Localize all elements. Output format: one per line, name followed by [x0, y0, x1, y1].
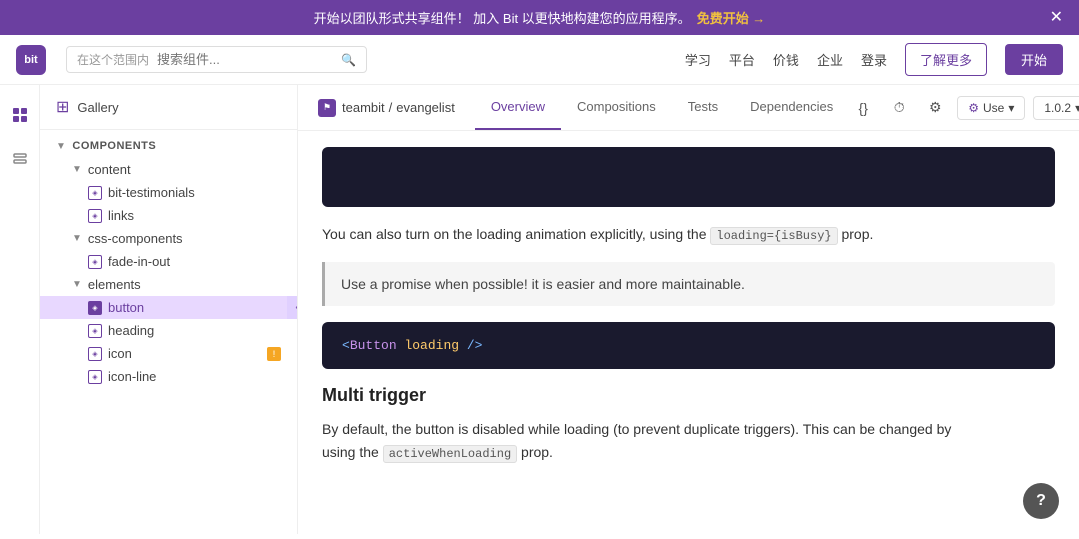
doc-paragraph-multi-trigger: By default, the button is disabled while… [322, 418, 1055, 464]
search-input[interactable] [157, 52, 333, 67]
components-label: COMPONENTS [72, 140, 156, 152]
banner-close-button[interactable]: ✕ [1050, 10, 1063, 26]
component-header: ⚑ teambit / evangelist Overview Composit… [298, 85, 1079, 131]
components-section-label: ▼ COMPONENTS [40, 130, 297, 158]
top-banner: 开始以团队形式共享组件！ 加入 Bit 以更快地构建您的应用程序。 免费开始 →… [0, 0, 1079, 35]
sidebar-gallery-label: Gallery [77, 100, 118, 115]
bit-testimonials-icon: ◈ [88, 186, 102, 200]
banner-text: 开始以团队形式共享组件！ 加入 Bit 以更快地构建您的应用程序。 [314, 8, 691, 27]
code-keyword: < [342, 338, 350, 353]
elements-label: elements [88, 277, 281, 292]
sidebar-item-bit-testimonials[interactable]: ◈ bit-testimonials [40, 181, 297, 204]
code-block-button-loading: <Button loading /> — [322, 322, 1055, 369]
sidebar-item-icon-line[interactable]: ◈ icon-line [40, 365, 297, 388]
start-button[interactable]: 开始 [1005, 44, 1063, 75]
doc-content: You can also turn on the loading animati… [298, 131, 1079, 534]
breadcrumb-repo: evangelist [396, 100, 455, 115]
sidebar-item-elements[interactable]: ▼ elements [40, 273, 297, 296]
tab-dependencies[interactable]: Dependencies [734, 85, 849, 130]
icon-bar-grid[interactable] [6, 101, 34, 129]
settings-icon-button[interactable]: ⚙ [921, 94, 949, 122]
nav-login[interactable]: 登录 [861, 50, 887, 69]
nav-learn[interactable]: 学习 [685, 50, 711, 69]
section-heading-multi-trigger: Multi trigger [322, 385, 1055, 406]
fade-in-out-label: fade-in-out [108, 254, 281, 269]
sidebar-item-links[interactable]: ◈ links [40, 204, 297, 227]
info-box: Use a promise when possible! it is easie… [322, 262, 1055, 306]
nav-links: 学习 平台 价钱 企业 登录 了解更多 开始 [685, 43, 1063, 76]
icon-warning-badge: ! [267, 347, 281, 361]
links-label: links [108, 208, 281, 223]
main-layout: ⊞ Gallery ▼ COMPONENTS ▼ content ◈ bit-t… [0, 85, 1079, 534]
sidebar-item-content[interactable]: ▼ content [40, 158, 297, 181]
info-box-text: Use a promise when possible! it is easie… [341, 276, 745, 292]
code-inline-loading: loading={isBusy} [710, 227, 837, 245]
icon-file-icon: ◈ [88, 347, 102, 361]
banner-cta[interactable]: 免费开始 → [697, 8, 766, 27]
sidebar: ⊞ Gallery ▼ COMPONENTS ▼ content ◈ bit-t… [40, 85, 298, 534]
use-icon: ⚙ [968, 101, 979, 115]
content-toggle-icon: ▼ [72, 164, 82, 175]
icon-bar [0, 85, 40, 534]
button-label: button [108, 300, 281, 315]
learn-more-button[interactable]: 了解更多 [905, 43, 987, 76]
code-inline-active-when-loading: activeWhenLoading [383, 445, 517, 463]
icon-label: icon [108, 346, 261, 361]
version-button[interactable]: 1.0.2 ▾ [1033, 96, 1079, 120]
bit-logo[interactable]: bit [16, 45, 46, 75]
nav-pricing[interactable]: 价钱 [773, 50, 799, 69]
tab-actions: {} ⏱ ⚙ ⚙ Use ▾ 1.0.2 ▾ ⋯ [849, 94, 1079, 122]
nav-platform[interactable]: 平台 [729, 50, 755, 69]
history-icon-button[interactable]: ⏱ [885, 94, 913, 122]
code-component: Button [350, 338, 397, 353]
heading-label: heading [108, 323, 281, 338]
sidebar-item-fade-in-out[interactable]: ◈ fade-in-out [40, 250, 297, 273]
elements-toggle-icon: ▼ [72, 279, 82, 290]
content-area: ⚑ teambit / evangelist Overview Composit… [298, 85, 1079, 534]
search-bar-container: 在这个范围内 🔍 [66, 46, 367, 73]
nav-enterprise[interactable]: 企业 [817, 50, 843, 69]
use-button[interactable]: ⚙ Use ▾ [957, 96, 1025, 120]
breadcrumb-org: teambit [342, 100, 385, 115]
sidebar-item-button[interactable]: ◈ button ‹ [40, 296, 297, 319]
header-nav: bit 在这个范围内 🔍 学习 平台 价钱 企业 登录 了解更多 开始 [0, 35, 1079, 85]
breadcrumb-separator: / [389, 100, 393, 115]
links-icon: ◈ [88, 209, 102, 223]
doc-paragraph-loading: You can also turn on the loading animati… [322, 223, 1055, 246]
breadcrumb: ⚑ teambit / evangelist [318, 99, 455, 117]
sidebar-gallery-item[interactable]: ⊞ Gallery [40, 85, 297, 130]
components-toggle-icon[interactable]: ▼ [56, 141, 66, 152]
code-close: /> [467, 338, 483, 353]
icon-line-file-icon: ◈ [88, 370, 102, 384]
use-dropdown-icon: ▾ [1008, 101, 1014, 115]
sidebar-item-css-components[interactable]: ▼ css-components [40, 227, 297, 250]
code-preview-top [322, 147, 1055, 207]
fade-in-out-icon: ◈ [88, 255, 102, 269]
content-label: content [88, 162, 281, 177]
icon-line-label: icon-line [108, 369, 281, 384]
sidebar-collapse-button[interactable]: ‹ [287, 296, 298, 319]
code-icon-button[interactable]: {} [849, 94, 877, 122]
sidebar-item-icon[interactable]: ◈ icon ! [40, 342, 297, 365]
code-attr: loading [404, 338, 459, 353]
tab-tests[interactable]: Tests [672, 85, 734, 130]
sidebar-item-heading[interactable]: ◈ heading [40, 319, 297, 342]
icon-bar-layers[interactable] [6, 145, 34, 173]
search-icon: 🔍 [341, 53, 356, 67]
version-dropdown-icon: ▾ [1075, 101, 1079, 115]
search-scope-label: 在这个范围内 [77, 51, 149, 68]
gallery-icon: ⊞ [56, 97, 69, 117]
help-button[interactable]: ? [1023, 483, 1059, 519]
bit-testimonials-label: bit-testimonials [108, 185, 281, 200]
heading-icon: ◈ [88, 324, 102, 338]
tab-compositions[interactable]: Compositions [561, 85, 672, 130]
button-icon: ◈ [88, 301, 102, 315]
tab-overview[interactable]: Overview [475, 85, 561, 130]
scope-icon: ⚑ [318, 99, 336, 117]
css-components-label: css-components [88, 231, 281, 246]
css-components-toggle-icon: ▼ [72, 233, 82, 244]
tabs: Overview Compositions Tests Dependencies [475, 85, 849, 130]
